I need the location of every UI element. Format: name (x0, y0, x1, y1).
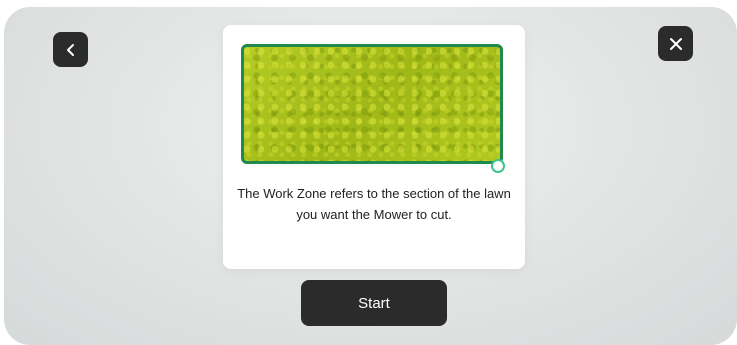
work-zone-info-card: The Work Zone refers to the section of t… (223, 25, 525, 269)
close-button[interactable] (658, 26, 693, 61)
work-zone-lawn-illustration (241, 44, 503, 164)
work-zone-description: The Work Zone refers to the section of t… (237, 186, 511, 222)
zone-corner-handle-icon (491, 159, 505, 173)
app-screen: The Work Zone refers to the section of t… (4, 7, 737, 345)
close-icon (669, 37, 683, 51)
start-button[interactable]: Start (301, 280, 447, 326)
back-button[interactable] (53, 32, 88, 67)
chevron-left-icon (64, 43, 78, 57)
